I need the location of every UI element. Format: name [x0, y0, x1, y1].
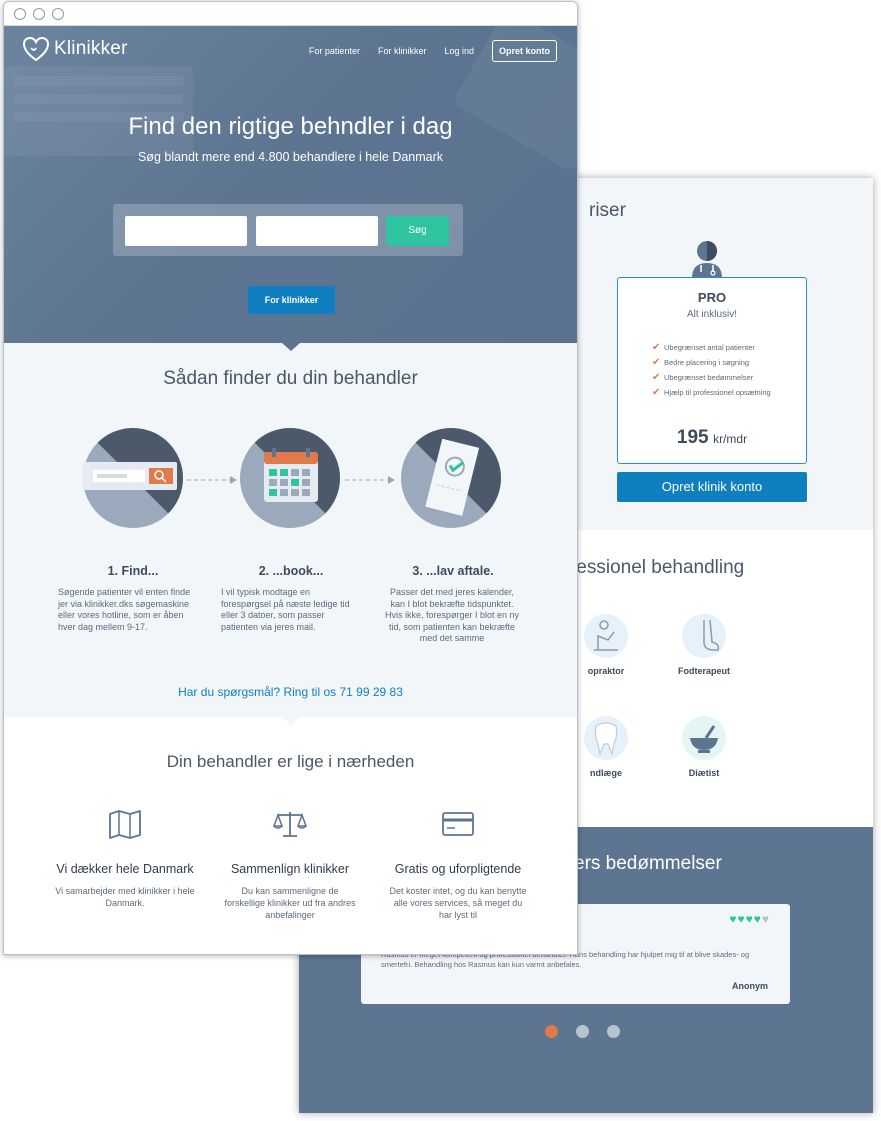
for-klinikker-button[interactable]: For klinikker: [248, 286, 335, 314]
window-minimize-button[interactable]: [33, 8, 45, 20]
brand-name: Klinikker: [54, 38, 128, 59]
carousel-dot[interactable]: [545, 1025, 558, 1038]
plan-price: 195 kr/mdr: [618, 427, 806, 449]
step-description: Søgende patienter vil enten finde jer vi…: [58, 587, 191, 632]
window-titlebar: [4, 2, 577, 26]
heart-icon: ♥: [761, 912, 770, 926]
section-notch: [282, 717, 300, 725]
price-unit: kr/mdr: [713, 432, 748, 446]
specialty-label: Fodterapeut: [677, 666, 730, 676]
specialty-fodterapeut[interactable]: Fodterapeut: [659, 614, 749, 676]
scales-icon: [273, 812, 307, 837]
brand-logo[interactable]: Klinikker: [22, 36, 128, 62]
specialty-label: Diætist: [688, 768, 720, 778]
nav-opret-konto-button[interactable]: Opret konto: [492, 40, 557, 62]
review-author: Anonym: [732, 981, 768, 991]
phone-cta-link[interactable]: Har du spørgsmål? Ring til os 71 99 29 8…: [4, 685, 577, 699]
step-description: I vil typisk modtage en forespørgsel på …: [221, 587, 350, 632]
card-icon: [442, 812, 474, 836]
price-amount: 195: [676, 427, 709, 448]
nav-log-ind[interactable]: Log ind: [444, 46, 474, 56]
specialties-heading: fessionel behandling: [571, 557, 745, 578]
plan-feature-list: ✔ Ubegrænset antal patienter ✔ Bedre place…: [652, 340, 771, 400]
plan-feature: ✔ Ubegrænset bedømmelser: [652, 372, 754, 383]
step-title: 2. ...book...: [258, 564, 324, 578]
nearby-title: Din behandler er lige i nærheden: [166, 752, 415, 771]
hero-subtitle: Søg blandt mere end 4.800 behandlere i h…: [137, 150, 444, 164]
nav-for-patienter[interactable]: For patienter: [309, 46, 360, 56]
how-title: Sådan finder du din behandler: [163, 368, 418, 389]
specialty-diaetist[interactable]: Diætist: [659, 716, 749, 778]
checkmark-icon: ✔: [652, 342, 661, 353]
heart-icon: ♥: [753, 912, 762, 926]
map-icon: [109, 810, 141, 839]
front-page-window: Klinikker For patienter For klinikker Lo…: [3, 1, 578, 955]
section-notch: [282, 343, 300, 351]
feature-title: Sammenlign klinikker: [230, 862, 350, 876]
hero-section: Klinikker For patienter For klinikker Lo…: [4, 26, 577, 343]
arrow-right-icon: [345, 476, 395, 484]
checkmark-icon: ✔: [652, 357, 661, 368]
checkmark-icon: ✔: [652, 372, 661, 383]
calendar-icon: [240, 428, 340, 528]
nearby-section: Din behandler er lige i nærheden Vi dækk…: [4, 717, 577, 954]
plan-name: PRO: [697, 290, 727, 305]
nav-for-klinikker[interactable]: For klinikker: [378, 46, 427, 56]
tooth-icon: [584, 716, 628, 760]
feature-description: Det koster intet, og du kan benytte alle…: [389, 886, 527, 920]
arrow-right-icon: [187, 476, 237, 484]
doctor-icon: [692, 241, 722, 278]
feature-description: Du kan sammenligne de forskellige klinik…: [224, 886, 356, 920]
plan-feature: ✔ Bedre placering i søgning: [652, 357, 750, 368]
plan-subtitle: Alt inklusiv!: [686, 309, 737, 320]
search-input-treatment[interactable]: [125, 216, 247, 246]
hero-title: Find den rigtige behndler i dag: [128, 113, 453, 140]
reviews-heading: ers bedømmelser: [574, 853, 722, 874]
heart-icon: ♥: [745, 912, 754, 926]
plan-feature: ✔ Ubegrænset antal patienter: [652, 342, 755, 353]
step-description: Passer det med jeres kalender, kan I blo…: [384, 587, 520, 643]
feature-description: Vi samarbejder med klinikker i hele Danm…: [55, 886, 195, 908]
ticket-check-icon: [401, 428, 501, 528]
rating-stars: ♥♥♥♥♥: [729, 912, 770, 926]
pro-plan-card: PRO Alt inklusiv! ✔ Ubegrænset antal pati…: [617, 277, 807, 464]
search-bar: Søg: [113, 204, 463, 256]
main-nav: For patienter For klinikker Log ind Opre…: [291, 40, 557, 62]
mortar-icon: [682, 716, 726, 760]
feature-title: Vi dækker hele Danmark: [56, 862, 194, 876]
feature-title: Gratis og uforpligtende: [394, 862, 522, 876]
heart-logo-icon: [22, 36, 50, 62]
plan-feature: ✔ Hjælp til professionel opsætning: [652, 387, 771, 398]
window-close-button[interactable]: [14, 8, 26, 20]
chiropractor-icon: [584, 614, 628, 658]
create-clinic-account-button[interactable]: Opret klinik konto: [617, 472, 807, 502]
carousel-dot[interactable]: [607, 1025, 620, 1038]
step-title: 1. Find...: [107, 564, 159, 578]
carousel-dots: [545, 1025, 620, 1038]
heart-icon: ♥: [737, 912, 746, 926]
heart-icon: ♥: [729, 912, 738, 926]
pricing-heading: riser: [589, 200, 626, 221]
foot-icon: [682, 614, 726, 658]
checkmark-icon: ✔: [652, 387, 661, 398]
step-title: 3. ...lav aftale.: [412, 564, 494, 578]
search-bar-icon: [83, 428, 183, 528]
window-maximize-button[interactable]: [52, 8, 64, 20]
carousel-dot[interactable]: [576, 1025, 589, 1038]
how-it-works-section: Sådan finder du din behandler 1. Find...…: [4, 343, 577, 717]
search-input-location[interactable]: [256, 216, 378, 246]
search-button[interactable]: Søg: [386, 216, 449, 246]
